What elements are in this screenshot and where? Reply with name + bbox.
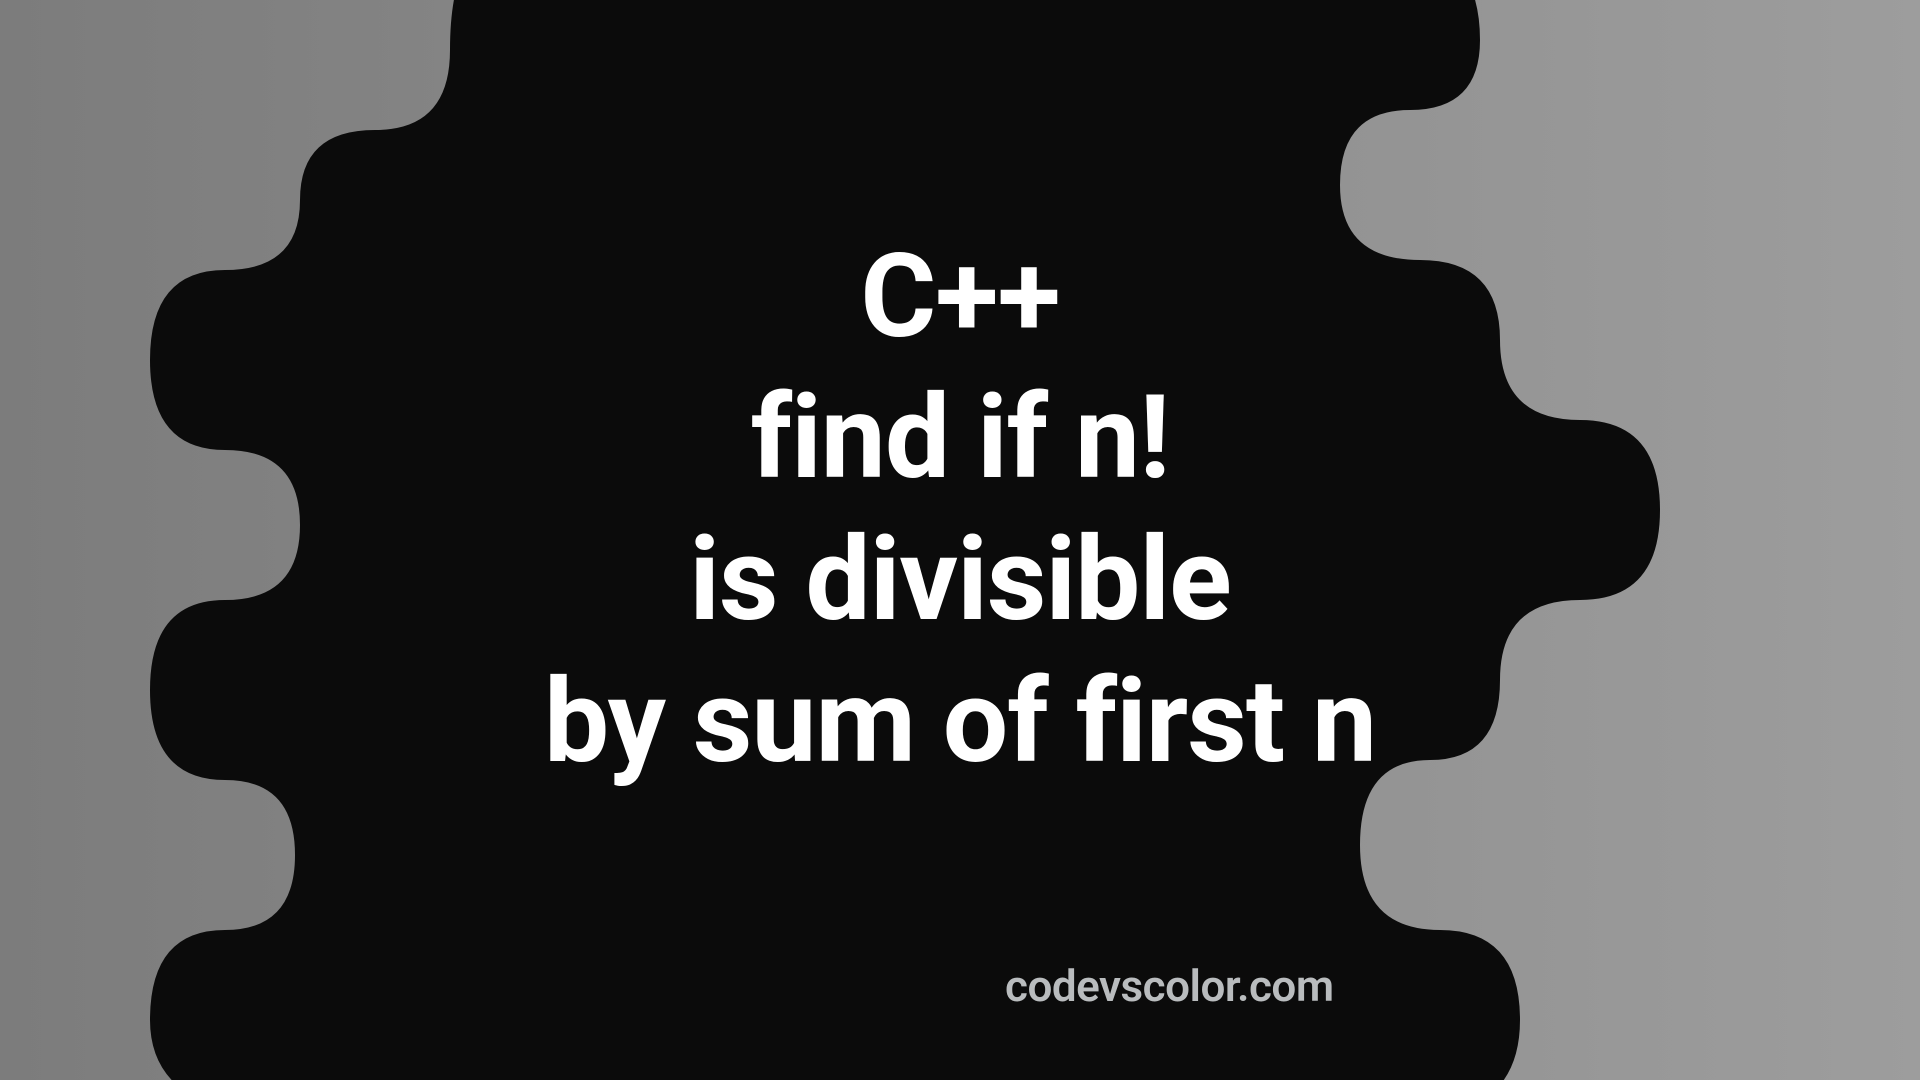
headline-container: C++ find if n! is divisible by sum of fi… [0, 0, 1920, 1080]
headline-line-1: C++ [860, 229, 1059, 365]
headline-line-3: is divisible [689, 512, 1230, 648]
headline-line-4: by sum of first n [544, 654, 1376, 790]
banner-graphic: C++ find if n! is divisible by sum of fi… [0, 0, 1920, 1080]
headline-line-2: find if n! [751, 370, 1170, 506]
watermark-text: codevscolor.com [1005, 960, 1334, 1012]
headline-text: C++ find if n! is divisible by sum of fi… [544, 227, 1376, 793]
